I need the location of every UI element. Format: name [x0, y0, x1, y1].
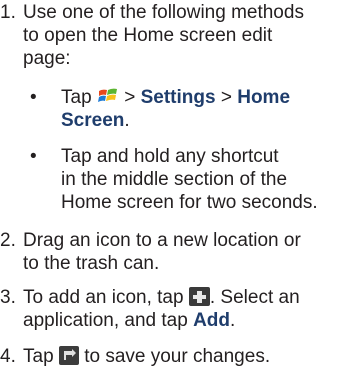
period: . [230, 310, 236, 331]
settings-label: Settings [140, 87, 216, 108]
step-line: to the trash can. [23, 253, 160, 274]
step-number: 4. [0, 346, 16, 367]
step-line: page: [23, 48, 71, 69]
step-line: to open the Home screen edit [23, 25, 273, 46]
step-post-text: to save your changes. [84, 346, 271, 367]
add-icon [188, 287, 210, 306]
bullet-line: Home screen for two seconds. [61, 192, 318, 213]
step-number: 2. [0, 230, 16, 251]
bullet-symbol: • [30, 87, 37, 108]
step-text: To add an icon, tap . Select an applicat… [23, 286, 344, 332]
save-icon [58, 346, 79, 365]
period: . [124, 110, 130, 131]
step-text: Drag an icon to a new location or to the… [23, 229, 344, 275]
bullet-pre-text: Tap [61, 87, 92, 108]
step-line: Drag an icon to a new location or [23, 230, 301, 251]
separator: > [220, 87, 232, 108]
step-number: 1. [0, 2, 16, 23]
step-text: Use one of the following methods to open… [23, 1, 344, 70]
screen-label: Screen [61, 110, 125, 131]
bullet-text: Tap > Settings > Home Screen. [61, 86, 341, 132]
separator: > [124, 87, 136, 108]
bullet-text: Tap and hold any shortcut in the middle … [61, 145, 341, 214]
bullet-line: Tap and hold any shortcut [61, 146, 279, 167]
bullet-symbol: • [30, 146, 37, 167]
step-mid-text: . Select an [209, 287, 300, 308]
step-pre-text: Tap [23, 346, 54, 367]
bullet-line: in the middle section of the [61, 169, 288, 190]
step-pre-text: To add an icon, tap [23, 287, 184, 308]
step-number: 3. [0, 287, 16, 308]
step-text: Tap to save your changes. [23, 345, 344, 368]
step-line2-text: application, and tap [23, 310, 188, 331]
step-line: Use one of the following methods [23, 2, 304, 23]
add-label: Add [193, 310, 231, 331]
home-label: Home [237, 87, 291, 108]
windows-start-icon [97, 86, 119, 106]
instruction-page: 1. Use one of the following methods to o… [0, 0, 346, 388]
